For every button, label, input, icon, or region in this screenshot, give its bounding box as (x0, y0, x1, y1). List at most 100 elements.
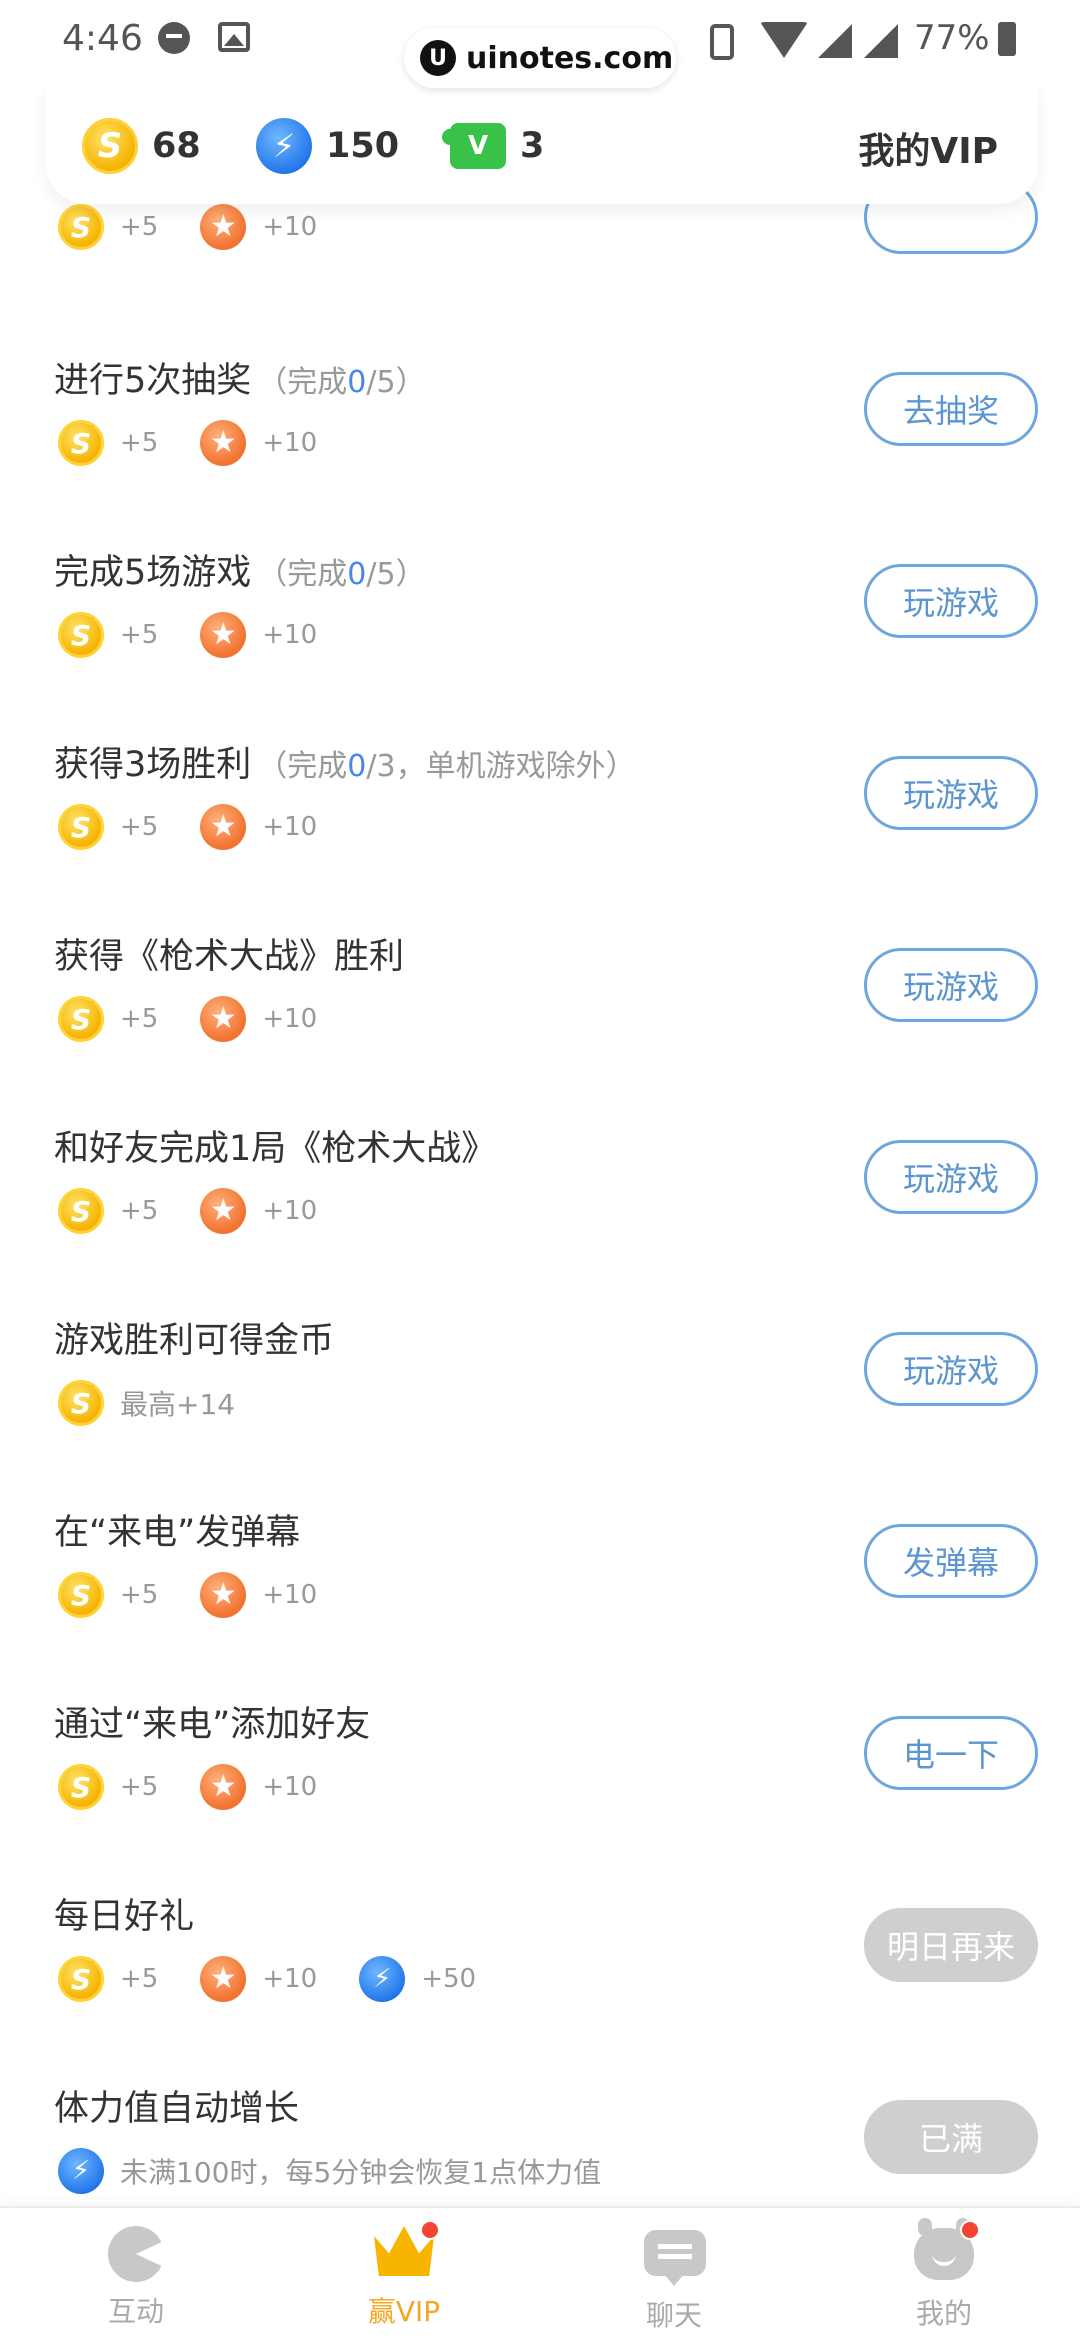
task-progress: （完成0/3，单机游戏除外） (257, 749, 635, 784)
play-game-button[interactable]: 玩游戏 (864, 1140, 1038, 1214)
bottom-navigation: 互动 赢VIP 聊天 我的 (0, 2206, 1080, 2340)
star-reward-value: +10 (262, 1580, 318, 1610)
progress-suffix: /5） (366, 557, 426, 592)
star-reward-value: +10 (262, 1964, 318, 1994)
progress-done: 0 (347, 365, 367, 400)
star-reward-value: +10 (262, 620, 318, 650)
watermark-url: uinotes.com (466, 40, 674, 76)
signal-icon (818, 24, 852, 58)
nav-icon-wrap (914, 2218, 980, 2284)
star-icon: ★ (200, 1956, 247, 2002)
image-notification-icon (218, 22, 250, 52)
coin-reward: S +5 (58, 1764, 158, 1810)
star-reward: ★ +10 (200, 204, 317, 250)
progress-prefix: （完成 (257, 365, 348, 400)
coin-icon: S (58, 1380, 104, 1426)
resource-summary-card: S 68 ⚡ 150 V 3 我的VIP (46, 82, 1038, 204)
task-rewards: S 最高+14 (58, 1378, 277, 1428)
play-game-button[interactable]: 玩游戏 (864, 756, 1038, 830)
star-icon: ★ (200, 420, 247, 466)
call-friend-button[interactable]: 电一下 (864, 1716, 1038, 1790)
nav-tab-interact[interactable]: 互动 (66, 2226, 206, 2336)
task-title: 进行5次抽奖 （完成0/5） (54, 352, 426, 403)
coin-icon: S (58, 804, 104, 850)
star-reward-value: +10 (262, 428, 318, 458)
task-row: 游戏胜利可得金币 S 最高+14 玩游戏 (0, 1272, 1080, 1464)
coin-reward: S +5 (58, 804, 158, 850)
task-row: 获得3场胜利 （完成0/3，单机游戏除外） S +5 ★ +10 玩游戏 (0, 696, 1080, 888)
task-title: 完成5场游戏 （完成0/5） (54, 544, 426, 595)
star-reward: ★ +10 (200, 1188, 317, 1234)
task-title: 每日好礼 (54, 1897, 195, 1937)
signal-icon-2 (864, 24, 898, 58)
nav-tab-win-vip[interactable]: 赢VIP (334, 2220, 474, 2336)
coin-icon: S (58, 996, 104, 1042)
play-game-button[interactable]: 玩游戏 (864, 948, 1038, 1022)
star-icon: ★ (200, 804, 247, 850)
task-rewards: S +5 ★ +10 (58, 1570, 359, 1620)
progress-suffix: /3，单机游戏除外） (366, 749, 636, 784)
lottery-button[interactable]: 去抽奖 (864, 372, 1038, 446)
energy-count: 150 (326, 126, 400, 166)
task-rewards: S +5 ★ +10 ⚡ +50 (58, 1954, 518, 2004)
coin-icon: S (58, 204, 104, 250)
coin-icon: S (58, 1764, 104, 1810)
coin-reward: S +5 (58, 420, 158, 466)
coin-icon: S (58, 420, 104, 466)
puzzle-balance: V 3 (442, 118, 544, 174)
nav-tab-mine[interactable]: 我的 (874, 2218, 1014, 2336)
task-row: 和好友完成1局《枪术大战》 S +5 ★ +10 玩游戏 (0, 1080, 1080, 1272)
task-title-text: 获得3场胜利 (54, 745, 252, 785)
coin-icon: S (58, 612, 104, 658)
coin-reward-value: +5 (120, 212, 159, 242)
task-rewards: ⚡ 未满100时，每5分钟会恢复1点体力值 (58, 2146, 643, 2196)
nav-tab-chat[interactable]: 聊天 (604, 2226, 744, 2336)
come-back-tomorrow-button[interactable]: 明日再来 (864, 1908, 1038, 1982)
energy-reward: ⚡ 未满100时，每5分钟会恢复1点体力值 (58, 2148, 601, 2194)
star-reward: ★ +10 (200, 1956, 317, 2002)
energy-balance: ⚡ 150 (256, 118, 399, 174)
task-rewards: S +5 ★ +10 (58, 802, 359, 852)
lightning-icon: ⚡ (359, 1956, 406, 2002)
coin-reward: S +5 (58, 1956, 158, 2002)
star-reward: ★ +10 (200, 804, 317, 850)
star-icon: ★ (200, 204, 247, 250)
coin-icon: S (58, 1956, 104, 2002)
progress-done: 0 (347, 749, 367, 784)
task-rewards: S +5 ★ +10 (58, 418, 359, 468)
battery-icon (998, 22, 1016, 56)
energy-full-button[interactable]: 已满 (864, 2100, 1038, 2174)
nav-label: 赢VIP (367, 2295, 441, 2328)
star-reward-value: +10 (262, 1772, 318, 1802)
vibrate-icon (710, 24, 734, 60)
chat-bubble-icon (644, 2230, 706, 2286)
task-rewards: S +5 ★ +10 (58, 202, 359, 252)
energy-regen-description: 未满100时，每5分钟会恢复1点体力值 (120, 2156, 602, 2189)
coin-balance: S 68 (82, 118, 201, 174)
task-row: 在“来电”发弹幕 S +5 ★ +10 发弹幕 (0, 1464, 1080, 1656)
task-title-text: 完成5场游戏 (54, 553, 252, 593)
task-title: 在“来电”发弹幕 (54, 1513, 301, 1553)
watermark-logo-icon: U (420, 40, 456, 76)
star-reward: ★ +10 (200, 612, 317, 658)
nav-icon-wrap (374, 2220, 440, 2282)
lightning-icon: ⚡ (58, 2148, 104, 2194)
task-title: 和好友完成1局《枪术大战》 (54, 1129, 497, 1169)
star-reward: ★ +10 (200, 1572, 317, 1618)
energy-reward: ⚡ +50 (359, 1956, 476, 2002)
play-game-button[interactable]: 玩游戏 (864, 1332, 1038, 1406)
coin-reward-value: +5 (120, 1772, 159, 1802)
task-row: 通过“来电”添加好友 S +5 ★ +10 电一下 (0, 1656, 1080, 1848)
my-vip-link[interactable]: 我的VIP (858, 122, 998, 174)
coin-count: 68 (152, 126, 201, 166)
task-title: 获得《枪术大战》胜利 (54, 937, 405, 977)
coin-icon: S (58, 1572, 104, 1618)
play-game-button[interactable]: 玩游戏 (864, 564, 1038, 638)
star-icon: ★ (200, 996, 247, 1042)
notification-dot (420, 2220, 440, 2240)
progress-prefix: （完成 (257, 557, 348, 592)
coin-icon: S (82, 118, 138, 174)
star-reward: ★ +10 (200, 1764, 317, 1810)
task-row: 体力值自动增长 ⚡ 未满100时，每5分钟会恢复1点体力值 已满 (0, 2040, 1080, 2232)
send-danmaku-button[interactable]: 发弹幕 (864, 1524, 1038, 1598)
